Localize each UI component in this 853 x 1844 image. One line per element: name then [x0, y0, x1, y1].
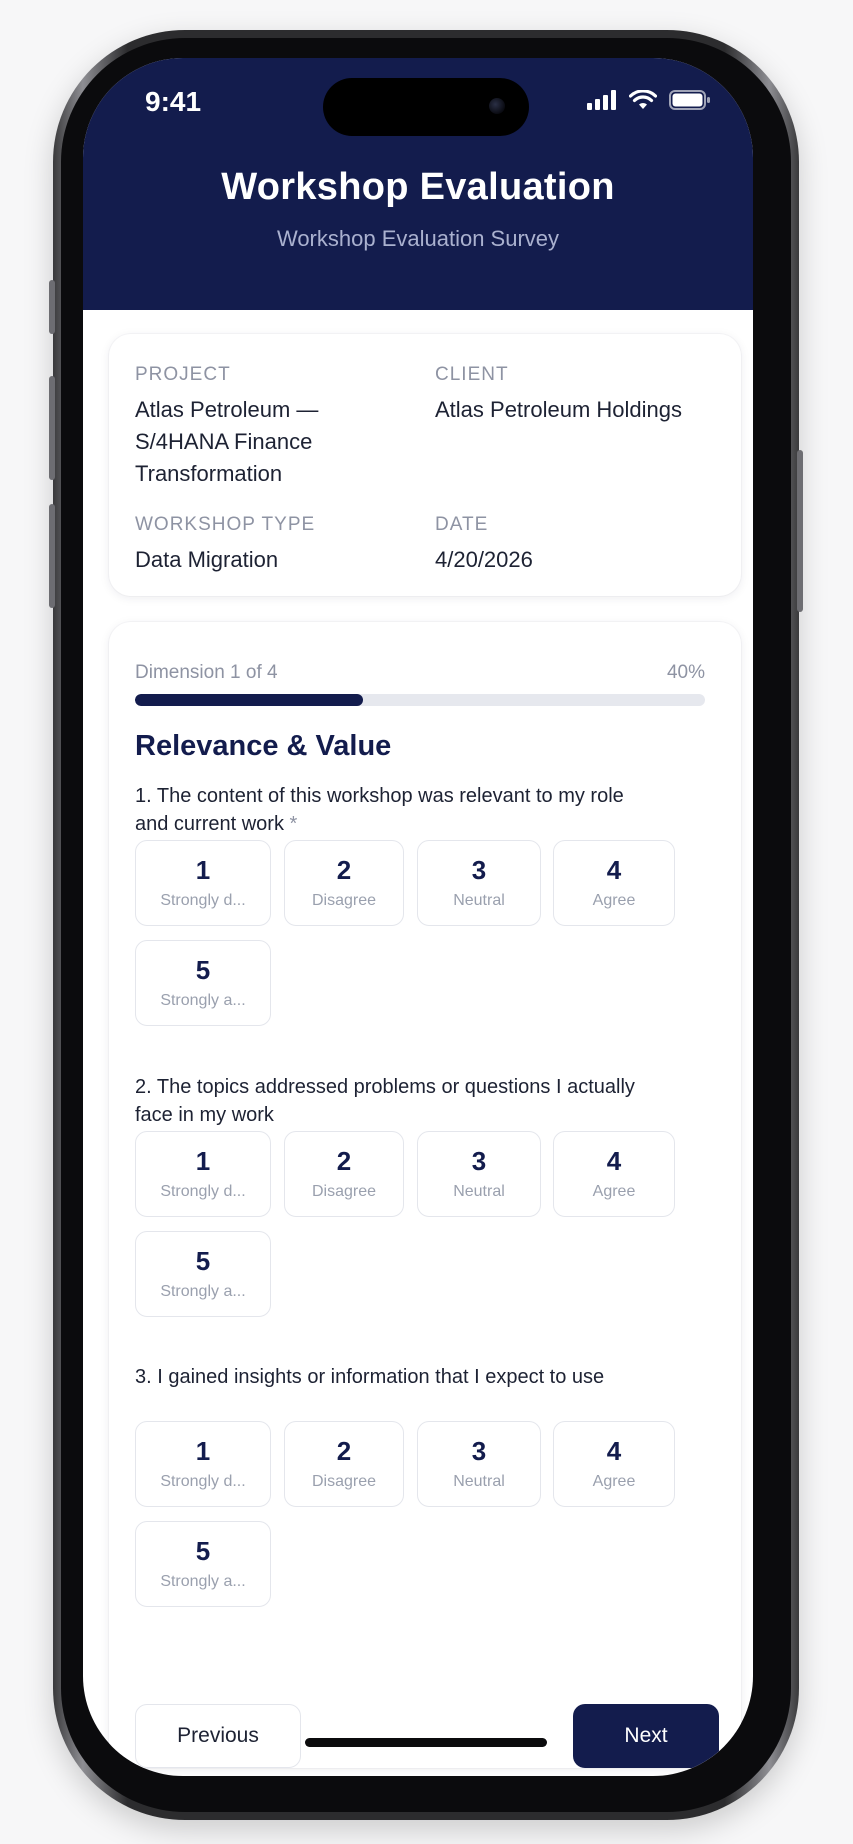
survey-card: Dimension 1 of 4 40% Relevance & Value 1… — [109, 622, 741, 1768]
question-label: 2. The topics addressed problems or ques… — [135, 1076, 635, 1126]
rating-label: Neutral — [453, 1473, 505, 1490]
rating-option-2[interactable]: 2 Disagree — [284, 1131, 404, 1217]
rating-label: Agree — [592, 1473, 636, 1490]
status-icons — [587, 90, 711, 110]
rating-option-5[interactable]: 5 Strongly a... — [135, 1521, 271, 1607]
workshop-info-card: PROJECT Atlas Petroleum — S/4HANA Financ… — [109, 334, 741, 596]
question-text: 3. I gained insights or information that… — [135, 1363, 655, 1391]
rating-label: Strongly d... — [160, 1473, 246, 1490]
rating-number: 1 — [195, 1146, 211, 1176]
rating-option-1[interactable]: 1 Strongly d... — [135, 1421, 271, 1507]
wifi-icon — [629, 90, 657, 109]
dynamic-island — [323, 78, 529, 136]
action-button — [49, 280, 55, 334]
rating-label: Disagree — [311, 1183, 377, 1200]
rating-label: Strongly a... — [160, 992, 246, 1009]
client-label: CLIENT — [435, 364, 509, 385]
question-text: 1. The content of this workshop was rele… — [135, 782, 655, 838]
rating-option-3[interactable]: 3 Neutral — [417, 1131, 541, 1217]
rating-label: Agree — [592, 1183, 636, 1200]
battery-icon — [669, 90, 710, 110]
rating-label: Strongly d... — [160, 1183, 246, 1200]
rating-option-2[interactable]: 2 Disagree — [284, 840, 404, 926]
page-subtitle: Workshop Evaluation Survey — [276, 226, 560, 251]
rating-number: 5 — [195, 955, 211, 985]
progress-bar-fill — [135, 694, 363, 706]
workshop-type-info: WORKSHOP TYPE Data Migration — [135, 514, 415, 576]
rating-option-1[interactable]: 1 Strongly d... — [135, 1131, 271, 1217]
rating-number: 3 — [471, 1146, 487, 1176]
rating-label: Neutral — [453, 1183, 505, 1200]
rating-number: 4 — [606, 855, 622, 885]
project-label: PROJECT — [135, 364, 231, 385]
rating-number: 2 — [336, 1436, 352, 1466]
client-info: CLIENT Atlas Petroleum Holdings — [435, 364, 715, 426]
rating-number: 2 — [336, 1146, 352, 1176]
rating-label: Disagree — [311, 1473, 377, 1490]
screen: 9:41 Workshop Evaluation Workshop Evalua… — [83, 58, 753, 1776]
home-indicator — [305, 1738, 547, 1747]
rating-label: Neutral — [453, 892, 505, 909]
next-button[interactable]: Next — [573, 1704, 719, 1768]
progress-header: Dimension 1 of 4 40% — [135, 662, 705, 684]
status-time: 9:41 — [145, 86, 202, 117]
date-value: 4/20/2026 — [435, 547, 533, 572]
rating-number: 4 — [606, 1436, 622, 1466]
rating-number: 2 — [336, 855, 352, 885]
rating-option-3[interactable]: 3 Neutral — [417, 1421, 541, 1507]
rating-option-4[interactable]: 4 Agree — [553, 1421, 675, 1507]
rating-number: 3 — [471, 855, 487, 885]
rating-option-4[interactable]: 4 Agree — [553, 840, 675, 926]
rating-option-3[interactable]: 3 Neutral — [417, 840, 541, 926]
app-header: 9:41 Workshop Evaluation Workshop Evalua… — [83, 58, 753, 310]
power-button — [797, 450, 803, 612]
rating-number: 5 — [195, 1536, 211, 1566]
rating-label: Agree — [592, 892, 636, 909]
date-info: DATE 4/20/2026 — [435, 514, 715, 576]
rating-number: 1 — [195, 1436, 211, 1466]
question-label: 3. I gained insights or information that… — [135, 1366, 605, 1388]
progress-bar — [135, 694, 705, 706]
workshop-type-label: WORKSHOP TYPE — [135, 514, 316, 535]
rating-label: Disagree — [311, 892, 377, 909]
progress-percent: 40% — [666, 662, 705, 683]
rating-option-1[interactable]: 1 Strongly d... — [135, 840, 271, 926]
rating-number: 5 — [195, 1246, 211, 1276]
rating-number: 3 — [471, 1436, 487, 1466]
required-marker: * — [289, 813, 298, 835]
rating-option-5[interactable]: 5 Strongly a... — [135, 1231, 271, 1317]
workshop-type-value: Data Migration — [135, 547, 279, 572]
volume-down-button — [49, 504, 55, 608]
question-label: 1. The content of this workshop was rele… — [135, 785, 624, 835]
project-value: Atlas Petroleum — S/4HANA Finance Transf… — [135, 397, 319, 486]
rating-number: 1 — [195, 855, 211, 885]
section-title: Relevance & Value — [135, 730, 392, 762]
rating-option-2[interactable]: 2 Disagree — [284, 1421, 404, 1507]
rating-label: Strongly d... — [160, 892, 246, 909]
previous-button[interactable]: Previous — [135, 1704, 301, 1768]
dimension-counter: Dimension 1 of 4 — [135, 662, 278, 683]
signal-icon — [587, 90, 616, 110]
date-label: DATE — [435, 514, 489, 535]
page-title: Workshop Evaluation — [221, 166, 615, 208]
camera-icon — [489, 98, 505, 114]
rating-label: Strongly a... — [160, 1573, 246, 1590]
project-info: PROJECT Atlas Petroleum — S/4HANA Financ… — [135, 364, 415, 490]
rating-option-4[interactable]: 4 Agree — [553, 1131, 675, 1217]
phone-frame: 9:41 Workshop Evaluation Workshop Evalua… — [49, 30, 803, 1820]
volume-up-button — [49, 376, 55, 480]
rating-number: 4 — [606, 1146, 622, 1176]
client-value: Atlas Petroleum Holdings — [435, 397, 683, 422]
rating-label: Strongly a... — [160, 1283, 246, 1300]
rating-option-5[interactable]: 5 Strongly a... — [135, 940, 271, 1026]
question-text: 2. The topics addressed problems or ques… — [135, 1073, 655, 1129]
